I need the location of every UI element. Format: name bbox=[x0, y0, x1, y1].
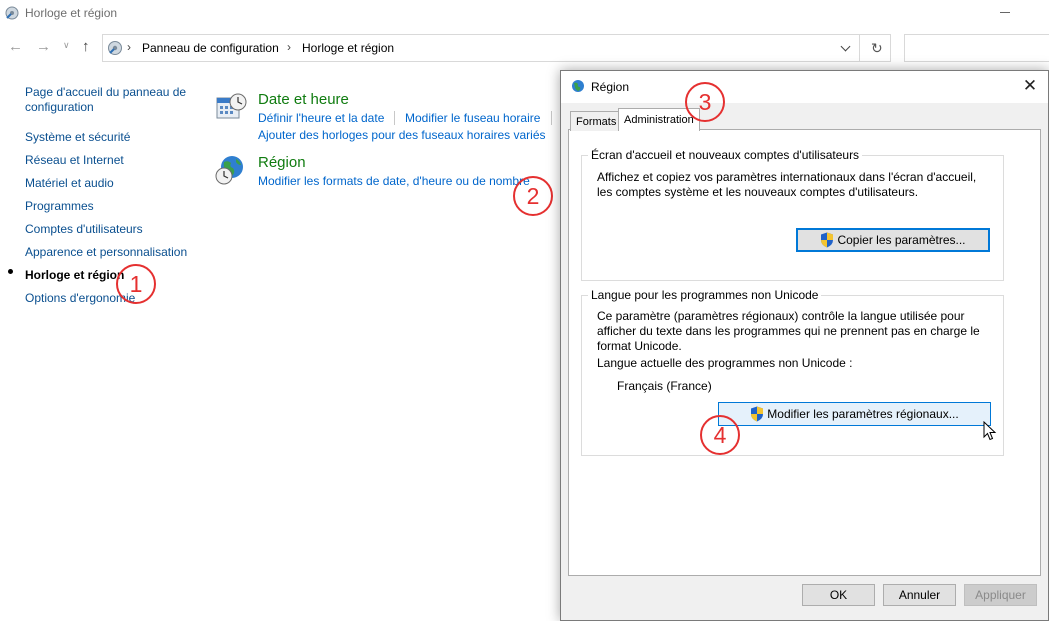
forward-arrow-icon[interactable]: → bbox=[36, 38, 51, 55]
minimize-button[interactable] bbox=[990, 0, 1020, 28]
breadcrumb-control-panel[interactable]: Panneau de configuration bbox=[142, 41, 279, 55]
breadcrumb-chevron-icon[interactable]: › bbox=[127, 40, 131, 54]
current-language-label: Langue actuelle des programmes non Unico… bbox=[597, 356, 853, 370]
sidebar-item-programs[interactable]: Programmes bbox=[25, 199, 94, 213]
change-timezone-link[interactable]: Modifier le fuseau horaire bbox=[405, 111, 540, 125]
welcome-group-text-line1: Affichez et copiez vos paramètres intern… bbox=[597, 170, 977, 184]
region-title[interactable]: Région bbox=[258, 154, 306, 171]
calendar-clock-icon bbox=[216, 93, 247, 119]
change-system-locale-button[interactable]: Modifier les paramètres régionaux... bbox=[718, 402, 991, 426]
dialog-titlebar bbox=[561, 71, 1048, 103]
ok-button[interactable]: OK bbox=[802, 584, 875, 606]
non-unicode-text-line3: format Unicode. bbox=[597, 339, 682, 353]
uac-shield-icon bbox=[751, 406, 764, 422]
breadcrumb-clock-region[interactable]: Horloge et région bbox=[302, 41, 394, 55]
sidebar-item-user-accounts[interactable]: Comptes d'utilisateurs bbox=[25, 222, 143, 236]
window-titlebar bbox=[0, 0, 1049, 28]
add-clocks-link[interactable]: Ajouter des horloges pour des fuseaux ho… bbox=[258, 128, 546, 142]
recent-locations-chevron-icon[interactable]: ∨ bbox=[63, 40, 70, 51]
close-icon[interactable]: ✕ bbox=[1018, 74, 1042, 98]
annotation-marker-3: 3 bbox=[685, 82, 725, 122]
sidebar-item-appearance[interactable]: Apparence et personnalisation bbox=[25, 245, 187, 259]
annotation-marker-1: 1 bbox=[116, 264, 156, 304]
welcome-screen-group: Écran d'accueil et nouveaux comptes d'ut… bbox=[581, 148, 1004, 281]
control-panel-icon bbox=[5, 6, 19, 20]
non-unicode-text-line1: Ce paramètre (paramètres régionaux) cont… bbox=[597, 309, 965, 323]
mouse-cursor-icon bbox=[983, 421, 997, 441]
window-title: Horloge et région bbox=[25, 6, 118, 20]
tab-formats[interactable]: Formats bbox=[570, 111, 623, 131]
link-separator bbox=[551, 111, 552, 125]
search-input[interactable] bbox=[904, 34, 1049, 62]
annotation-marker-4: 4 bbox=[700, 415, 740, 455]
welcome-group-text-line2: les comptes système et les nouveaux comp… bbox=[597, 185, 919, 199]
current-language-value: Français (France) bbox=[617, 379, 712, 393]
change-formats-link[interactable]: Modifier les formats de date, d'heure ou… bbox=[258, 174, 530, 188]
up-arrow-icon[interactable]: ↑ bbox=[82, 38, 90, 55]
change-system-locale-label: Modifier les paramètres régionaux... bbox=[767, 407, 959, 421]
non-unicode-group-legend: Langue pour les programmes non Unicode bbox=[588, 288, 822, 302]
copy-settings-button[interactable]: Copier les paramètres... bbox=[796, 228, 990, 252]
annotation-marker-2: 2 bbox=[513, 176, 553, 216]
sidebar-home-link[interactable]: Page d'accueil du panneau de configurati… bbox=[25, 85, 205, 115]
dialog-title: Région bbox=[591, 80, 630, 94]
address-dropdown-chevron-icon[interactable] bbox=[836, 36, 858, 60]
active-bullet-icon bbox=[8, 269, 13, 274]
link-separator bbox=[394, 111, 395, 125]
sidebar-item-network[interactable]: Réseau et Internet bbox=[25, 153, 124, 167]
cancel-button[interactable]: Annuler bbox=[883, 584, 956, 606]
back-arrow-icon[interactable]: ← bbox=[8, 38, 23, 55]
uac-shield-icon bbox=[821, 232, 834, 248]
apply-button[interactable]: Appliquer bbox=[964, 584, 1037, 606]
welcome-group-legend: Écran d'accueil et nouveaux comptes d'ut… bbox=[588, 148, 863, 162]
non-unicode-text-line2: afficher du texte dans les programmes qu… bbox=[597, 324, 980, 338]
sidebar-item-hardware[interactable]: Matériel et audio bbox=[25, 176, 114, 190]
globe-clock-icon bbox=[215, 156, 243, 185]
breadcrumb-chevron-icon[interactable]: › bbox=[287, 40, 291, 54]
sidebar-item-system-security[interactable]: Système et sécurité bbox=[25, 130, 130, 144]
date-time-title[interactable]: Date et heure bbox=[258, 91, 349, 108]
set-time-date-link[interactable]: Définir l'heure et la date bbox=[258, 111, 384, 125]
control-panel-icon bbox=[108, 41, 122, 55]
copy-settings-label: Copier les paramètres... bbox=[837, 233, 966, 247]
sidebar-item-clock-region[interactable]: Horloge et région bbox=[25, 268, 124, 282]
globe-icon bbox=[572, 80, 584, 92]
refresh-icon[interactable]: ↻ bbox=[871, 40, 883, 57]
